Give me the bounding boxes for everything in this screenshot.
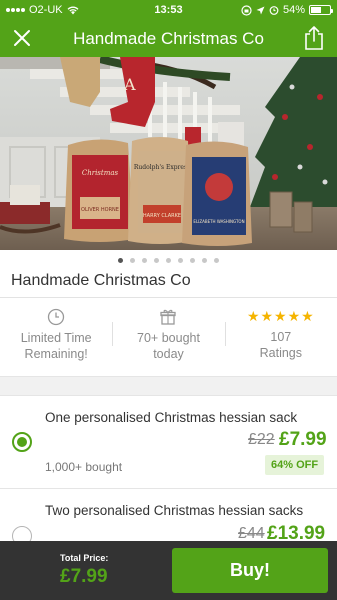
info-row: Limited Time Remaining! 70+ bought today…: [0, 298, 337, 374]
signal-icon: [6, 8, 25, 12]
sack-3-name: ELIZABETH WASHINGTON: [193, 219, 244, 224]
carousel-dots[interactable]: [0, 258, 337, 263]
limited-time-info: Limited Time Remaining!: [0, 298, 112, 374]
original-price: £22: [248, 431, 275, 448]
carousel-dot[interactable]: [178, 258, 183, 263]
battery-fill: [311, 7, 321, 13]
sack-2-top-text: Rudolph's Express: [134, 164, 190, 171]
option-radio-selected[interactable]: [12, 432, 32, 452]
sack-1-top-text: Christmas: [82, 169, 119, 177]
orientation-lock-icon: [241, 4, 252, 16]
share-icon[interactable]: [303, 25, 325, 51]
carousel-dot[interactable]: [202, 258, 207, 263]
ratings-label: Ratings: [259, 346, 303, 360]
option-name: One personalised Christmas hessian sack: [45, 410, 298, 425]
wifi-icon: [67, 6, 79, 14]
close-icon[interactable]: [10, 26, 34, 50]
status-left: O2-UK: [6, 4, 79, 16]
stocking-letter: A: [123, 75, 136, 94]
product-image[interactable]: A Christmas OLIVER HORNE Rudolph's Expre…: [0, 57, 337, 250]
limited-time-label: Limited Time Remaining!: [20, 331, 92, 361]
clock-icon: [48, 308, 65, 326]
battery-icon: [309, 5, 333, 15]
deal-title: Handmade Christmas Co: [11, 272, 191, 289]
carrier-label: O2-UK: [29, 4, 63, 16]
section-spacer: [0, 376, 337, 396]
discount-badge: 64% OFF: [265, 455, 325, 475]
carousel-dot[interactable]: [142, 258, 147, 263]
carousel-dot[interactable]: [118, 258, 123, 263]
option-one-sack[interactable]: One personalised Christmas hessian sack …: [0, 397, 337, 489]
option-name: Two personalised Christmas hessian sacks: [45, 503, 304, 518]
checkout-bar: Total Price: £7.99 Buy!: [0, 541, 337, 600]
nav-bar: Handmade Christmas Co: [0, 20, 337, 57]
sack-1-name: OLIVER HORNE: [81, 207, 119, 213]
carousel-dot[interactable]: [214, 258, 219, 263]
gift-icon: [160, 309, 177, 325]
status-bar: O2-UK 13:53 54%: [0, 0, 337, 20]
star-rating-icon: ★★★★★: [246, 308, 315, 324]
carousel-dot[interactable]: [190, 258, 195, 263]
status-right: 54%: [241, 4, 333, 16]
total-price-label: Total Price:: [60, 553, 109, 563]
alarm-icon: [269, 6, 279, 15]
carousel-dot[interactable]: [154, 258, 159, 263]
nav-title: Handmade Christmas Co: [73, 28, 264, 48]
sack-2-name: HARRY CLARKE: [143, 213, 181, 219]
product-photo: A Christmas OLIVER HORNE Rudolph's Expre…: [0, 57, 337, 250]
ratings-info[interactable]: ★★★★★ 107 Ratings: [224, 298, 337, 374]
total-price-value: £7.99: [60, 566, 108, 587]
battery-percent: 54%: [282, 4, 305, 16]
bought-today-info: 70+ bought today: [112, 298, 224, 374]
location-icon: [256, 6, 265, 14]
ratings-count: 107: [270, 330, 292, 344]
buy-button[interactable]: Buy!: [172, 548, 328, 593]
option-bought-count: 1,000+ bought: [45, 460, 123, 474]
carousel-dot[interactable]: [166, 258, 171, 263]
bought-today-label: 70+ bought today: [137, 331, 200, 361]
deal-price: £7.99: [279, 429, 327, 450]
carousel-dot[interactable]: [130, 258, 135, 263]
